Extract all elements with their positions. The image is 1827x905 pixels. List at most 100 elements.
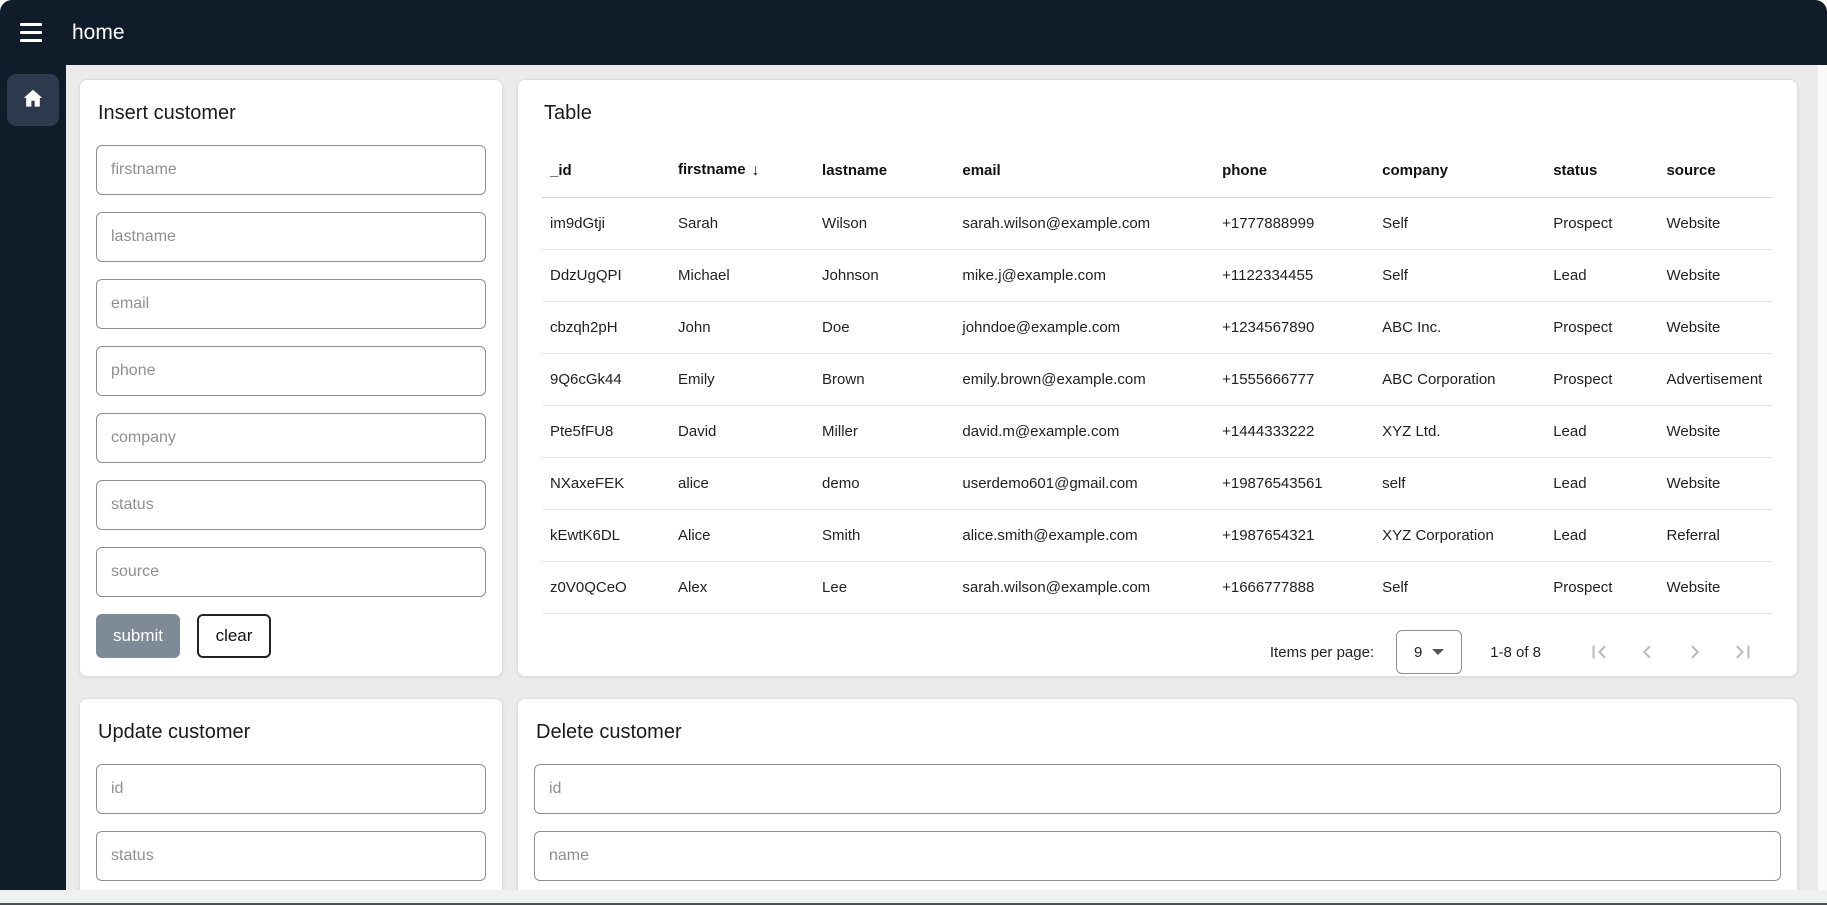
- cell-company: ABC Inc.: [1374, 302, 1545, 354]
- email-field[interactable]: [96, 279, 486, 329]
- cell-status: Prospect: [1545, 354, 1658, 406]
- cell-company: XYZ Ltd.: [1374, 406, 1545, 458]
- cell-lastname: Smith: [814, 510, 954, 562]
- table-header-row: _id firstname↓ lastname email phone comp…: [542, 145, 1773, 198]
- source-field[interactable]: [96, 547, 486, 597]
- cell-status: Prospect: [1545, 562, 1658, 614]
- menu-icon[interactable]: [20, 19, 48, 47]
- cell-company: Self: [1374, 198, 1545, 250]
- last-page-icon[interactable]: [1730, 639, 1756, 665]
- cell-email: sarah.wilson@example.com: [954, 562, 1214, 614]
- cell-email: sarah.wilson@example.com: [954, 198, 1214, 250]
- horizontal-scrollbar[interactable]: [0, 890, 1827, 903]
- cell-email: johndoe@example.com: [954, 302, 1214, 354]
- customers-table: _id firstname↓ lastname email phone comp…: [542, 145, 1773, 614]
- cell-source: Website: [1658, 250, 1773, 302]
- cell-company: XYZ Corporation: [1374, 510, 1545, 562]
- lastname-field[interactable]: [96, 212, 486, 262]
- table-row[interactable]: Pte5fFU8 David Miller david.m@example.co…: [542, 406, 1773, 458]
- table-card: Table _id firstname↓ lastname email phon…: [517, 79, 1798, 677]
- next-page-icon[interactable]: [1682, 639, 1708, 665]
- column-header-source[interactable]: source: [1658, 145, 1773, 198]
- cell-lastname: demo: [814, 458, 954, 510]
- firstname-field[interactable]: [96, 145, 486, 195]
- column-header-firstname[interactable]: firstname↓: [670, 145, 814, 198]
- delete-name-field[interactable]: [534, 831, 1781, 881]
- column-header-phone[interactable]: phone: [1214, 145, 1374, 198]
- cell-firstname: Emily: [670, 354, 814, 406]
- topbar: home: [0, 0, 1827, 65]
- cell-email: userdemo601@gmail.com: [954, 458, 1214, 510]
- cell-lastname: Johnson: [814, 250, 954, 302]
- sidebar: [0, 65, 66, 890]
- cell-company: self: [1374, 458, 1545, 510]
- cell-company: ABC Corporation: [1374, 354, 1545, 406]
- company-field[interactable]: [96, 413, 486, 463]
- update-customer-card: Update customer submit clear: [79, 698, 503, 890]
- cell-phone: +1234567890: [1214, 302, 1374, 354]
- cell-firstname: Michael: [670, 250, 814, 302]
- home-icon: [20, 86, 46, 115]
- update-status-field[interactable]: [96, 831, 486, 881]
- column-header-company[interactable]: company: [1374, 145, 1545, 198]
- cell-status: Lead: [1545, 510, 1658, 562]
- cell-source: Website: [1658, 302, 1773, 354]
- cell-email: david.m@example.com: [954, 406, 1214, 458]
- insert-submit-button[interactable]: submit: [96, 614, 180, 658]
- insert-customer-card: Insert customer submit clear: [79, 79, 503, 677]
- phone-field[interactable]: [96, 346, 486, 396]
- column-header-status[interactable]: status: [1545, 145, 1658, 198]
- update-id-field[interactable]: [96, 764, 486, 814]
- table-row[interactable]: NXaxeFEK alice demo userdemo601@gmail.co…: [542, 458, 1773, 510]
- table-row[interactable]: 9Q6cGk44 Emily Brown emily.brown@example…: [542, 354, 1773, 406]
- cell-status: Prospect: [1545, 302, 1658, 354]
- insert-card-title: Insert customer: [98, 102, 484, 125]
- cell-email: alice.smith@example.com: [954, 510, 1214, 562]
- cell-status: Lead: [1545, 250, 1658, 302]
- table-row[interactable]: kEwtK6DL Alice Smith alice.smith@example…: [542, 510, 1773, 562]
- cell-source: Website: [1658, 458, 1773, 510]
- delete-id-field[interactable]: [534, 764, 1781, 814]
- page-title: home: [72, 21, 125, 45]
- paginator: Items per page: 9 1-8 of 8: [542, 614, 1773, 674]
- cell-id: z0V0QCeO: [542, 562, 670, 614]
- page-range-label: 1-8 of 8: [1490, 644, 1541, 661]
- cell-lastname: Lee: [814, 562, 954, 614]
- cell-source: Advertisement: [1658, 354, 1773, 406]
- cell-id: NXaxeFEK: [542, 458, 670, 510]
- column-header-email[interactable]: email: [954, 145, 1214, 198]
- column-header-id[interactable]: _id: [542, 145, 670, 198]
- cell-id: DdzUgQPI: [542, 250, 670, 302]
- cell-phone: +1444333222: [1214, 406, 1374, 458]
- vertical-scrollbar[interactable]: [1818, 65, 1827, 890]
- cell-lastname: Miller: [814, 406, 954, 458]
- cell-lastname: Wilson: [814, 198, 954, 250]
- cell-company: Self: [1374, 562, 1545, 614]
- cell-firstname: Sarah: [670, 198, 814, 250]
- table-row[interactable]: DdzUgQPI Michael Johnson mike.j@example.…: [542, 250, 1773, 302]
- status-field[interactable]: [96, 480, 486, 530]
- cell-email: emily.brown@example.com: [954, 354, 1214, 406]
- cell-phone: +19876543561: [1214, 458, 1374, 510]
- table-row[interactable]: im9dGtji Sarah Wilson sarah.wilson@examp…: [542, 198, 1773, 250]
- sort-arrow-down-icon: ↓: [752, 162, 760, 180]
- previous-page-icon[interactable]: [1634, 639, 1660, 665]
- first-page-icon[interactable]: [1586, 639, 1612, 665]
- app-window: home Insert customer submit clear: [0, 0, 1827, 905]
- table-row[interactable]: z0V0QCeO Alex Lee sarah.wilson@example.c…: [542, 562, 1773, 614]
- main-content: Insert customer submit clear Table: [66, 65, 1818, 890]
- cell-phone: +1777888999: [1214, 198, 1374, 250]
- cell-company: Self: [1374, 250, 1545, 302]
- cell-id: cbzqh2pH: [542, 302, 670, 354]
- cell-phone: +1555666777: [1214, 354, 1374, 406]
- table-row[interactable]: cbzqh2pH John Doe johndoe@example.com +1…: [542, 302, 1773, 354]
- cell-email: mike.j@example.com: [954, 250, 1214, 302]
- column-header-lastname[interactable]: lastname: [814, 145, 954, 198]
- cell-source: Website: [1658, 406, 1773, 458]
- delete-customer-card: Delete customer submit clear: [517, 698, 1798, 890]
- update-card-title: Update customer: [98, 721, 484, 744]
- insert-clear-button[interactable]: clear: [197, 614, 271, 658]
- cell-phone: +1987654321: [1214, 510, 1374, 562]
- items-per-page-select[interactable]: 9: [1396, 630, 1462, 674]
- sidebar-item-home[interactable]: [7, 74, 59, 126]
